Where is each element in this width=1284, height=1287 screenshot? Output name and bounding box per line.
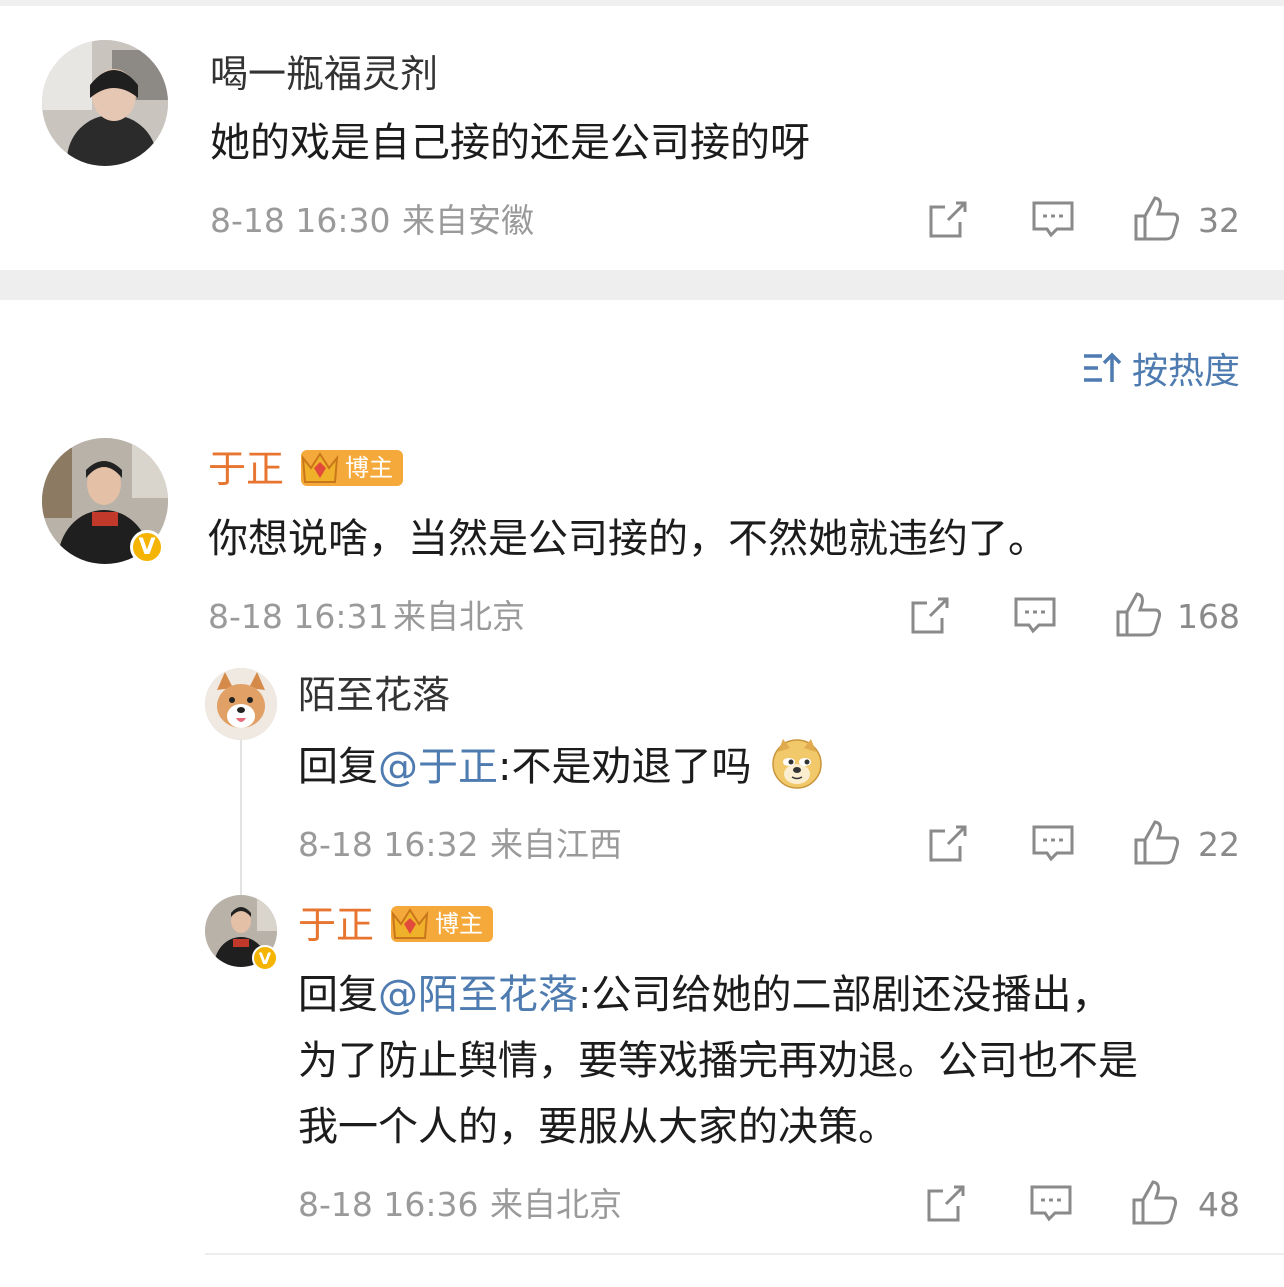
mention-link[interactable]: @于正 [378, 744, 498, 790]
reply-body: :公司给她的二部剧还没播出， [578, 972, 1112, 1018]
section-gap [0, 270, 1284, 300]
doge-emoji-icon [770, 736, 824, 810]
comment-location: 来自安徽 [402, 201, 534, 240]
reply-location: 来自江西 [490, 825, 622, 864]
reply-text-line3: 我一个人的，要服从大家的决策。 [298, 1104, 898, 1150]
comment-time: 8-18 16:30 [210, 201, 391, 240]
like-count: 32 [1198, 201, 1240, 240]
reply-time: 8-18 16:36 [298, 1185, 479, 1224]
blogger-badge: 博主 [301, 450, 403, 486]
comment-username[interactable]: 于正 [208, 450, 284, 488]
blogger-badge: 博主 [391, 906, 493, 942]
reply-prefix: 回复 [298, 972, 378, 1018]
avatar-user1[interactable] [42, 40, 168, 166]
reply-text-line1: 回复@陌至花落:公司给她的二部剧还没播出， [298, 962, 1111, 1028]
share-icon[interactable] [926, 822, 970, 866]
like-count: 168 [1177, 597, 1240, 636]
share-icon[interactable] [908, 594, 952, 638]
reply-location: 来自北京 [490, 1185, 622, 1224]
reply-prefix: 回复 [298, 744, 378, 790]
reply-username[interactable]: 陌至花落 [298, 676, 450, 714]
share-icon[interactable] [924, 1182, 968, 1226]
comment-icon[interactable] [1030, 822, 1076, 866]
badge-label: 博主 [345, 454, 393, 482]
verified-v-icon: V [252, 945, 278, 971]
crown-icon [387, 904, 433, 944]
reply-time: 8-18 16:32 [298, 825, 479, 864]
sort-icon [1082, 350, 1122, 393]
reply-body: :不是劝退了吗 [498, 744, 752, 790]
mention-link[interactable]: @陌至花落 [378, 972, 578, 1018]
comment-icon[interactable] [1030, 198, 1076, 242]
sort-by-hot-button[interactable]: 按热度 [1082, 350, 1240, 393]
share-icon[interactable] [926, 198, 970, 242]
badge-label: 博主 [435, 910, 483, 938]
like-count: 22 [1198, 825, 1240, 864]
comment-icon[interactable] [1012, 594, 1058, 638]
crown-icon [297, 448, 343, 488]
sort-label: 按热度 [1132, 350, 1241, 392]
reply-username[interactable]: 于正 [298, 906, 374, 944]
bottom-divider [205, 1253, 1284, 1255]
avatar-mozhihualuo[interactable] [205, 668, 277, 740]
comment-text: 你想说啥，当然是公司接的，不然她就违约了。 [208, 516, 1048, 562]
comment-time: 8-18 16:31 [208, 597, 389, 636]
reply-text: 回复@于正:不是劝退了吗 [298, 734, 824, 810]
comment-icon[interactable] [1028, 1182, 1074, 1226]
reply-text-line2: 为了防止舆情，要等戏播完再劝退。公司也不是 [298, 1038, 1138, 1084]
comment-username[interactable]: 喝一瓶福灵剂 [210, 55, 438, 93]
like-count: 48 [1198, 1185, 1240, 1224]
comment-text: 她的戏是自己接的还是公司接的呀 [210, 120, 810, 166]
comment-location: 来自北京 [393, 597, 525, 636]
top-divider [0, 0, 1284, 6]
thread-line [240, 740, 242, 895]
verified-v-icon: V [130, 530, 164, 564]
